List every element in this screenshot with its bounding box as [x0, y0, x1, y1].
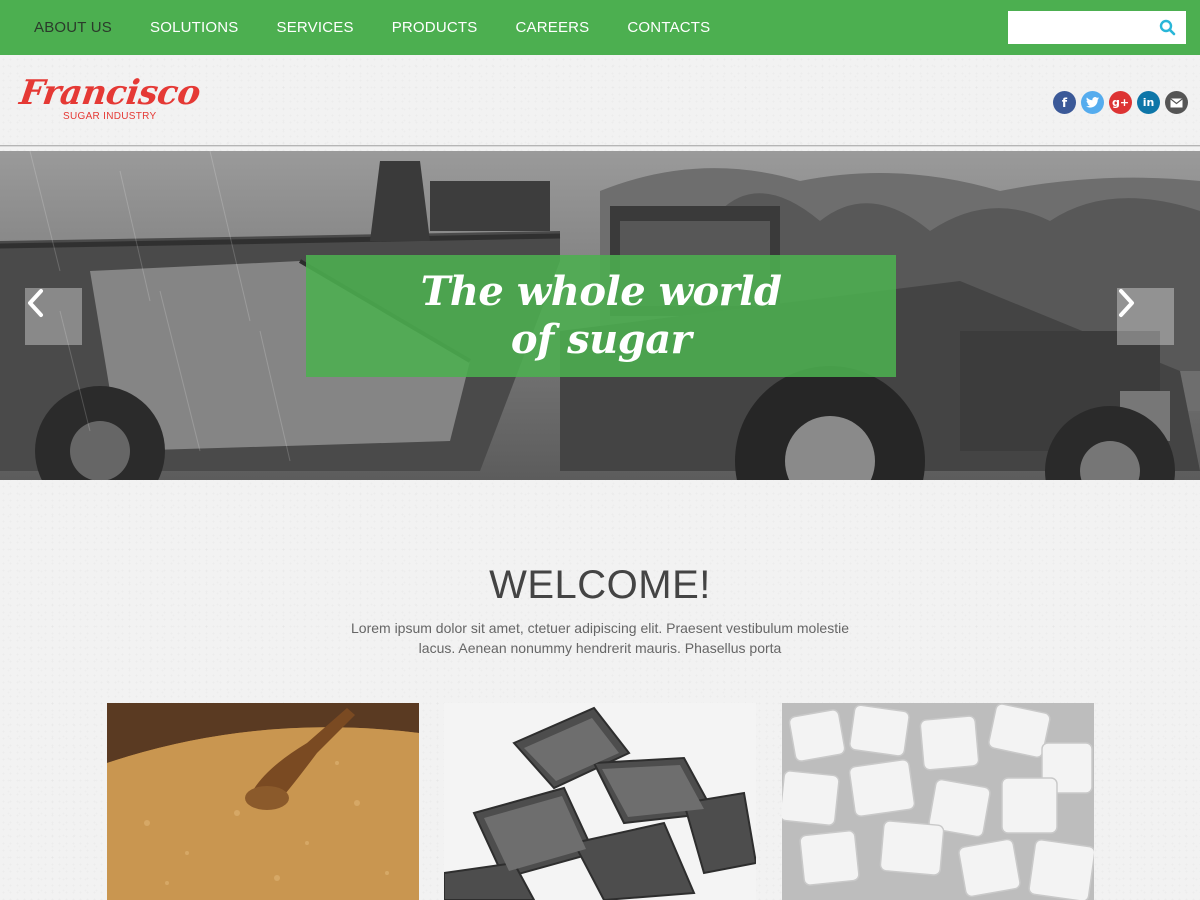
hero-caption: The whole world of sugar: [306, 255, 896, 377]
slider-prev-button[interactable]: [25, 288, 82, 345]
facebook-icon[interactable]: f: [1053, 91, 1076, 114]
google-plus-icon[interactable]: g+: [1109, 91, 1132, 114]
nav-item-contacts[interactable]: CONTACTS: [608, 0, 729, 55]
search-input[interactable]: [1008, 11, 1153, 44]
hero-headline-line-2: of sugar: [510, 316, 692, 363]
nav-item-solutions[interactable]: SOLUTIONS: [131, 0, 257, 55]
header-divider: [0, 145, 1200, 147]
site-header: Francisco SUGAR INDUSTRY f g+ in: [0, 55, 1200, 147]
hero-slider: The whole world of sugar: [0, 151, 1200, 480]
slider-next-button[interactable]: [1117, 288, 1174, 345]
nav-item-about-us[interactable]: ABOUT US: [15, 0, 131, 55]
nav-item-services[interactable]: SERVICES: [258, 0, 373, 55]
welcome-text: Lorem ipsum dolor sit amet, ctetuer adip…: [351, 620, 849, 656]
chevron-left-icon: [28, 289, 43, 317]
product-card-cane-sugar-cubes[interactable]: [444, 703, 756, 900]
search-box: [1008, 11, 1186, 44]
nav-item-careers[interactable]: CAREERS: [496, 0, 608, 55]
search-icon[interactable]: [1159, 19, 1176, 36]
nav-item-products[interactable]: PRODUCTS: [373, 0, 497, 55]
logo-tagline: SUGAR INDUSTRY: [63, 111, 157, 122]
twitter-icon[interactable]: [1081, 91, 1104, 114]
white-sugar-cubes-image: [782, 703, 1094, 900]
chevron-right-icon: [1119, 289, 1134, 317]
nav-menu: ABOUT US SOLUTIONS SERVICES PRODUCTS CAR…: [15, 0, 729, 55]
top-navigation: ABOUT US SOLUTIONS SERVICES PRODUCTS CAR…: [0, 0, 1200, 55]
hero-headline-line-1: The whole world: [420, 268, 782, 315]
brown-sugar-image: [107, 703, 419, 900]
welcome-title: WELCOME!: [489, 563, 711, 607]
logo[interactable]: Francisco SUGAR INDUSTRY: [17, 73, 202, 125]
linkedin-icon[interactable]: in: [1137, 91, 1160, 114]
social-links: f g+ in: [1053, 91, 1188, 114]
cane-sugar-cubes-image: [444, 703, 756, 900]
email-icon[interactable]: [1165, 91, 1188, 114]
product-card-white-sugar-cubes[interactable]: [782, 703, 1094, 900]
logo-name: Francisco: [17, 73, 203, 113]
product-card-brown-sugar[interactable]: [107, 703, 419, 900]
